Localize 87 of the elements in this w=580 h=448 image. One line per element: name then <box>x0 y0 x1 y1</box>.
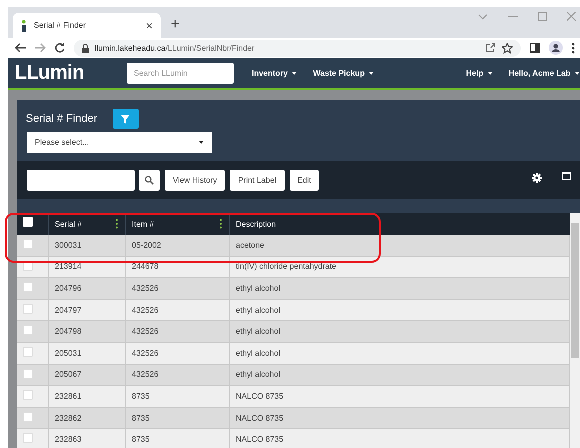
table-cell: ethyl alcohol <box>236 306 280 315</box>
lock-icon <box>82 44 89 52</box>
filter-select[interactable]: Please select... <box>27 132 212 153</box>
table-cell: 432526 <box>132 327 159 336</box>
caret-icon <box>488 72 493 75</box>
app-icon <box>21 20 27 32</box>
table-cell: 204797 <box>55 306 82 315</box>
table-cell: 300031 <box>55 240 82 250</box>
reload-icon[interactable] <box>55 43 65 53</box>
table-cell: NALCO 8735 <box>236 435 284 444</box>
column-header[interactable]: Item # <box>132 220 154 228</box>
table-cell: 8735 <box>132 435 150 444</box>
table-cell: 432526 <box>132 306 159 315</box>
column-header[interactable]: Serial # <box>55 220 82 228</box>
table-cell: 205031 <box>55 348 82 358</box>
row-checkbox[interactable] <box>23 304 33 314</box>
table-cell: 205067 <box>55 370 82 380</box>
filter-icon <box>121 114 130 124</box>
profile-icon[interactable] <box>549 41 563 55</box>
table-cell: ethyl alcohol <box>236 327 280 336</box>
table-cell: acetone <box>236 240 264 250</box>
table-cell: 244678 <box>132 262 159 272</box>
minimize-icon[interactable] <box>508 16 518 18</box>
table-cell: ethyl alcohol <box>236 370 280 380</box>
table-cell: NALCO 8735 <box>236 414 284 423</box>
new-tab-button[interactable]: + <box>171 16 180 33</box>
table-cell: ethyl alcohol <box>236 284 280 293</box>
nav-menu[interactable]: Help <box>466 68 493 78</box>
page-title: Serial # Finder <box>26 113 98 125</box>
maximize-icon[interactable] <box>538 12 547 21</box>
row-checkbox[interactable] <box>23 346 33 357</box>
caret-icon <box>292 72 298 75</box>
table-cell: 213914 <box>55 262 82 272</box>
toolbar-button[interactable]: View History <box>165 170 226 190</box>
scrollbar[interactable] <box>570 213 580 448</box>
browser-tab[interactable]: Serial # Finder × <box>13 13 161 38</box>
table-cell: 232862 <box>55 414 82 423</box>
search-field[interactable]: Search LLumin <box>127 62 234 84</box>
sidebar-icon[interactable] <box>530 43 540 53</box>
table-cell: 8735 <box>132 414 150 423</box>
share-icon[interactable] <box>486 43 496 53</box>
table-cell: 432526 <box>132 348 159 358</box>
caret-icon <box>369 72 374 75</box>
row-checkbox[interactable] <box>23 239 33 249</box>
filter-button[interactable] <box>112 109 139 129</box>
search-icon <box>145 176 154 184</box>
table-cell: tin(IV) chloride pentahydrate <box>236 262 336 272</box>
window-icon[interactable] <box>562 172 571 180</box>
chevron-icon[interactable] <box>478 14 488 20</box>
select-all-checkbox[interactable] <box>23 217 33 227</box>
row-checkbox[interactable] <box>23 368 33 379</box>
logo[interactable]: LLumin <box>15 62 111 84</box>
nav-menu[interactable]: Waste Pickup <box>313 68 374 78</box>
caret-icon <box>575 72 580 75</box>
url-text: llumin.lakeheadu.ca/LLumin/SerialNbr/Finder <box>95 44 255 52</box>
table-cell: ethyl alcohol <box>236 348 280 358</box>
table-cell: 204796 <box>55 284 82 293</box>
table-cell: 8735 <box>132 392 150 401</box>
search-field[interactable] <box>27 170 135 190</box>
toolbar-button[interactable]: Print Label <box>230 170 285 190</box>
table-cell: 432526 <box>132 370 159 380</box>
nav-menu[interactable]: Hello, Acme Lab <box>508 68 580 78</box>
caret-icon <box>199 141 204 144</box>
address-bar[interactable]: llumin.lakeheadu.ca/LLumin/SerialNbr/Finder <box>74 40 521 56</box>
table-cell: NALCO 8735 <box>236 392 284 401</box>
row-checkbox[interactable] <box>23 282 33 292</box>
nav-menu[interactable]: Inventory <box>252 68 298 78</box>
row-checkbox[interactable] <box>23 412 33 422</box>
table-cell: 432526 <box>132 284 159 293</box>
forward-icon[interactable] <box>35 43 46 53</box>
table-cell: 204798 <box>55 327 82 336</box>
table-cell: 05-2002 <box>132 240 162 250</box>
back-icon[interactable] <box>15 43 26 53</box>
column-header[interactable]: Description <box>236 220 276 228</box>
close-icon[interactable] <box>567 12 576 21</box>
close-tab-button[interactable]: × <box>146 18 153 32</box>
row-checkbox[interactable] <box>23 433 33 444</box>
row-checkbox[interactable] <box>23 390 33 400</box>
more-icon[interactable] <box>572 42 575 54</box>
star-icon[interactable] <box>502 42 513 54</box>
tab-title: Serial # Finder <box>34 21 88 30</box>
toolbar-button[interactable]: Edit <box>290 170 320 190</box>
search-button[interactable] <box>139 170 160 190</box>
table-cell: 232863 <box>55 435 82 444</box>
settings-icon[interactable] <box>532 173 542 183</box>
row-checkbox[interactable] <box>23 325 33 336</box>
table-cell: 232861 <box>55 392 82 401</box>
